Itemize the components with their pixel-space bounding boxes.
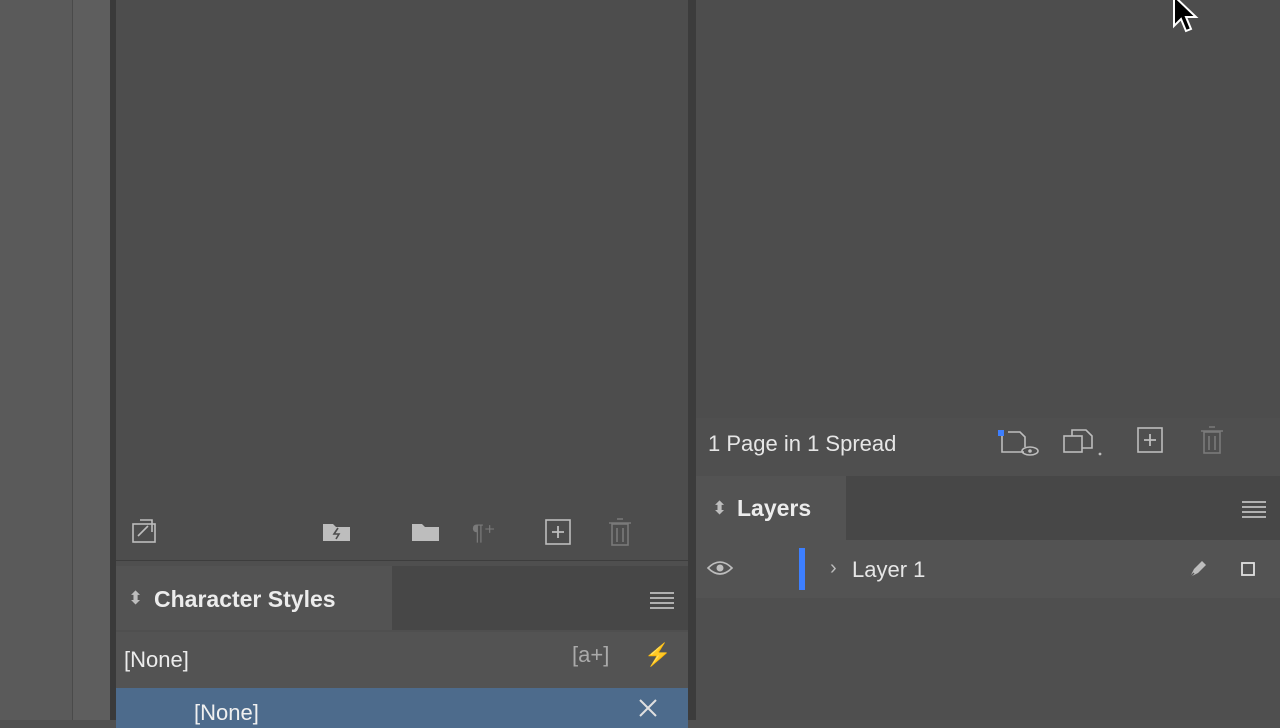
- pages-footer: 1 Page in 1 Spread: [696, 418, 1280, 468]
- layer-name[interactable]: Layer 1: [852, 557, 925, 583]
- delete-page-icon[interactable]: [1200, 425, 1224, 455]
- list-item-selected[interactable]: [None]: [116, 688, 688, 728]
- collapse-arrows-icon[interactable]: ⬍: [128, 588, 143, 609]
- clear-overrides-icon[interactable]: ¶⁺: [472, 522, 495, 544]
- character-styles-title: Character Styles: [154, 586, 336, 612]
- layer-color-swatch: [799, 548, 805, 590]
- tab-character-styles[interactable]: ⬍ Character Styles: [116, 566, 392, 630]
- character-styles-tabbar: ⬍ Character Styles: [116, 566, 688, 630]
- panel-menu-icon[interactable]: [1242, 501, 1266, 518]
- far-left-column: [0, 0, 72, 720]
- new-style-button[interactable]: [a+]: [572, 642, 609, 668]
- pages-summary: 1 Page in 1 Spread: [708, 431, 897, 456]
- folder-icon[interactable]: [410, 518, 442, 544]
- style-name: [None]: [124, 647, 189, 672]
- new-master-icon[interactable]: [1062, 426, 1106, 458]
- styles-toolbar: ¶⁺: [116, 510, 688, 561]
- pages-layers-panel: 1 Page in 1 Spread ⬍ Layers › Layer 1: [696, 0, 1280, 720]
- new-style-group-icon[interactable]: [321, 518, 353, 544]
- mouse-cursor-icon: [1173, 0, 1199, 33]
- pages-area: [696, 0, 1280, 418]
- new-style-icon[interactable]: [544, 518, 572, 546]
- tab-layers[interactable]: ⬍ Layers: [696, 476, 846, 540]
- new-page-icon[interactable]: [1136, 426, 1164, 454]
- layers-empty-area: [696, 598, 1280, 720]
- list-item[interactable]: [None] [a+] ⚡: [116, 632, 688, 688]
- place-frame-icon[interactable]: [130, 518, 160, 546]
- styles-list-area: [116, 0, 688, 510]
- trash-icon[interactable]: [608, 517, 632, 547]
- left-dock-strip: [72, 0, 111, 720]
- pen-icon[interactable]: [1186, 557, 1210, 581]
- panel-menu-icon[interactable]: [650, 592, 674, 609]
- eye-icon[interactable]: [706, 559, 734, 577]
- layers-title: Layers: [737, 495, 812, 521]
- collapse-arrows-icon[interactable]: ⬍: [712, 498, 727, 519]
- edit-page-size-icon[interactable]: [996, 426, 1042, 458]
- selection-square-icon[interactable]: [1240, 561, 1256, 577]
- quick-apply-icon[interactable]: ⚡: [644, 642, 671, 668]
- paragraph-styles-panel: ¶⁺ ⬍ Character Styles [None] [a+] ⚡ [Non…: [116, 0, 688, 728]
- layers-tabbar: ⬍ Layers: [696, 476, 1280, 540]
- style-name: [None]: [194, 700, 259, 725]
- panel-separator[interactable]: [688, 0, 696, 720]
- chevron-right-icon[interactable]: ›: [830, 558, 837, 578]
- layer-row[interactable]: › Layer 1: [696, 540, 1280, 598]
- not-editable-icon: [639, 699, 657, 717]
